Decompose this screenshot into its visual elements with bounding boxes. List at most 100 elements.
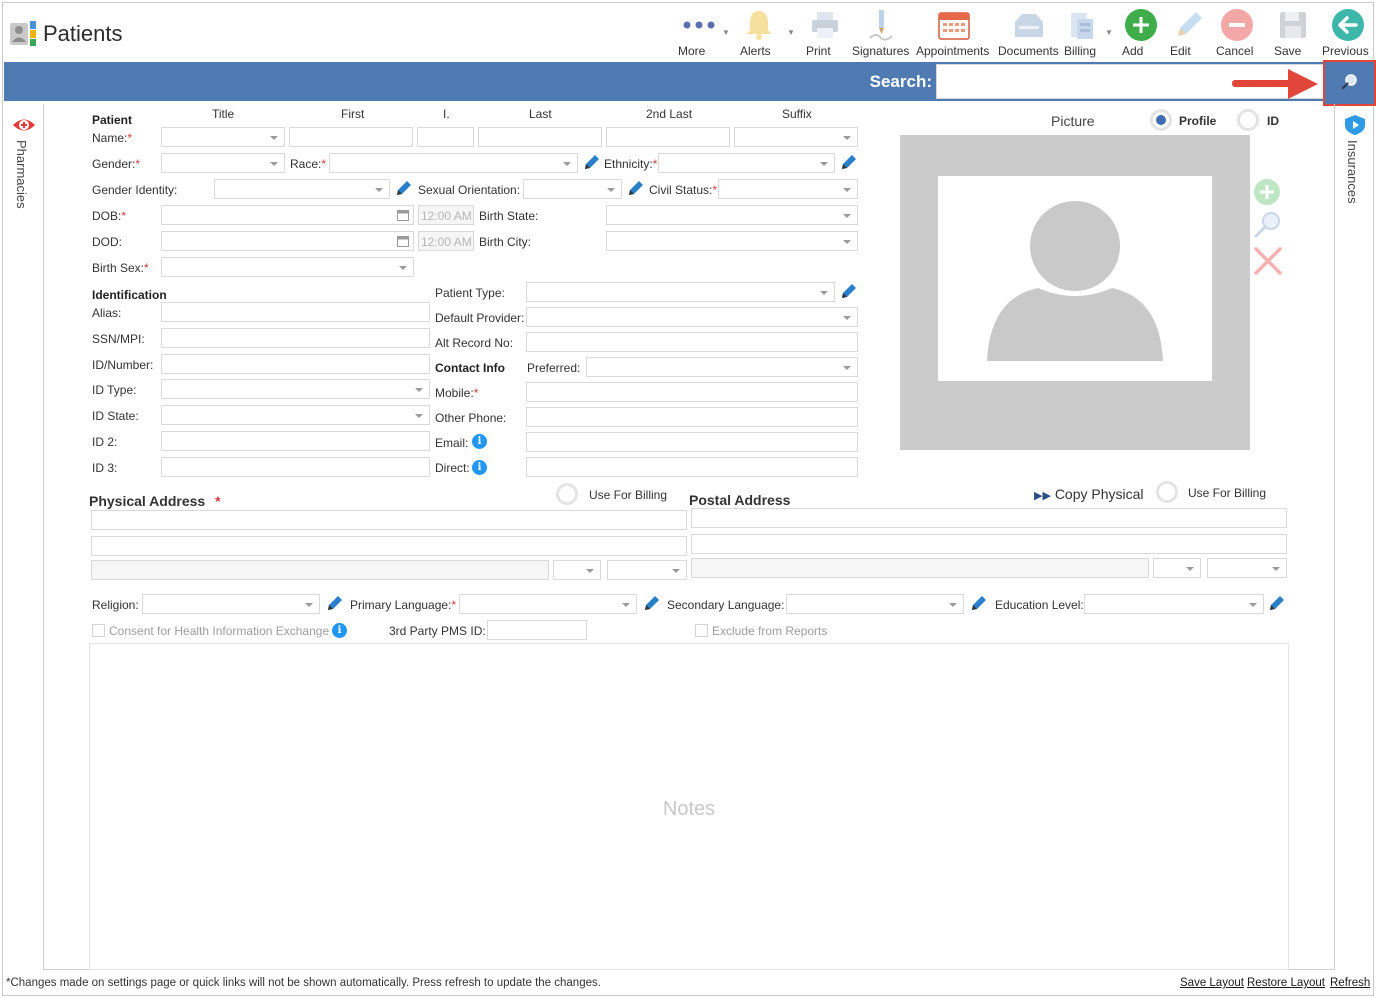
birth-city-select[interactable]: [606, 231, 858, 251]
birth-state-select[interactable]: [606, 205, 858, 225]
restore-layout-link[interactable]: Restore Layout: [1247, 977, 1325, 989]
more-button[interactable]: More: [678, 6, 720, 58]
postal-city-input[interactable]: [691, 558, 1149, 578]
calendar-picker-icon[interactable]: [397, 235, 409, 250]
pencil-icon: [1170, 6, 1208, 44]
postal-address-line1[interactable]: [691, 508, 1287, 528]
save-layout-link[interactable]: Save Layout: [1180, 977, 1244, 989]
gender-select[interactable]: [161, 153, 285, 173]
physical-address-line2[interactable]: [91, 536, 687, 556]
profile-radio[interactable]: [1150, 109, 1172, 131]
last-name-input[interactable]: [478, 127, 602, 147]
third-party-pms-input[interactable]: [487, 620, 587, 640]
ethnicity-select[interactable]: [658, 153, 835, 173]
signatures-button[interactable]: Signatures: [852, 6, 910, 58]
print-button[interactable]: Print: [806, 6, 844, 58]
id-number-input[interactable]: [161, 354, 430, 374]
ethnicity-edit-pencil-icon[interactable]: [840, 153, 858, 171]
consent-checkbox[interactable]: [92, 624, 105, 637]
more-dropdown-icon[interactable]: ▼: [722, 28, 730, 37]
other-phone-input[interactable]: [526, 407, 858, 427]
patient-type-edit-pencil-icon[interactable]: [840, 282, 858, 300]
mobile-input[interactable]: [526, 382, 858, 402]
alt-record-input[interactable]: [526, 332, 858, 352]
copy-physical-button[interactable]: ▶▶ Copy Physical: [1034, 486, 1144, 502]
save-button[interactable]: Save: [1274, 6, 1312, 58]
pharmacies-side-tab[interactable]: Pharmacies: [4, 106, 42, 970]
magnifier-icon: [1341, 73, 1359, 94]
id2-input[interactable]: [161, 431, 430, 451]
id-state-select[interactable]: [161, 405, 430, 425]
id3-input[interactable]: [161, 457, 430, 477]
exclude-reports-checkbox[interactable]: [695, 624, 708, 637]
alt-record-label: Alt Record No:: [435, 336, 514, 350]
physical-address-line1[interactable]: [91, 510, 687, 530]
education-level-edit-pencil-icon[interactable]: [1268, 594, 1286, 612]
alerts-dropdown-icon[interactable]: ▼: [787, 28, 795, 37]
billing-dropdown-icon[interactable]: ▼: [1105, 28, 1113, 37]
first-name-input[interactable]: [289, 127, 413, 147]
billing-button[interactable]: Billing: [1064, 6, 1100, 58]
gender-identity-edit-pencil-icon[interactable]: [395, 179, 413, 197]
id-type-select[interactable]: [161, 379, 430, 399]
physical-city-input[interactable]: [91, 560, 549, 580]
sexual-orientation-select[interactable]: [523, 179, 622, 199]
zoom-picture-icon[interactable]: [1253, 210, 1283, 243]
alerts-button[interactable]: Alerts: [740, 6, 778, 58]
direct-info-icon[interactable]: i: [472, 460, 487, 475]
default-provider-select[interactable]: [526, 307, 858, 327]
alias-input[interactable]: [161, 302, 430, 322]
add-button[interactable]: Add: [1122, 6, 1160, 58]
primary-language-edit-pencil-icon[interactable]: [643, 594, 661, 612]
consent-info-icon[interactable]: i: [332, 623, 347, 638]
preferred-contact-select[interactable]: [586, 357, 858, 377]
religion-edit-pencil-icon[interactable]: [326, 594, 344, 612]
secondary-language-select[interactable]: [786, 594, 964, 614]
civil-status-select[interactable]: [718, 179, 858, 199]
physical-use-for-billing-radio[interactable]: [556, 483, 578, 505]
birth-sex-select[interactable]: [161, 257, 414, 277]
calendar-picker-icon[interactable]: [397, 209, 409, 224]
delete-picture-icon[interactable]: [1253, 246, 1283, 279]
id-radio[interactable]: [1237, 109, 1259, 131]
documents-button[interactable]: Documents: [998, 6, 1060, 58]
postal-zip-select[interactable]: [1207, 558, 1287, 578]
physical-state-select[interactable]: [553, 560, 601, 580]
refresh-link[interactable]: Refresh: [1330, 977, 1370, 989]
gender-identity-select[interactable]: [214, 179, 390, 199]
postal-use-for-billing-radio[interactable]: [1156, 481, 1178, 503]
sexual-orientation-edit-pencil-icon[interactable]: [627, 179, 645, 197]
secondary-language-edit-pencil-icon[interactable]: [970, 594, 988, 612]
initial-column-header: I.: [443, 107, 450, 121]
postal-state-select[interactable]: [1153, 558, 1201, 578]
dod-date-input[interactable]: [161, 231, 414, 251]
title-select[interactable]: [161, 127, 285, 147]
patient-picture[interactable]: [900, 135, 1250, 450]
middle-initial-input[interactable]: [417, 127, 474, 147]
race-select[interactable]: [329, 153, 578, 173]
cancel-button[interactable]: Cancel: [1216, 6, 1258, 58]
patient-type-select[interactable]: [526, 282, 835, 302]
postal-address-line2[interactable]: [691, 534, 1287, 554]
primary-language-select[interactable]: [459, 594, 637, 614]
suffix-select[interactable]: [734, 127, 858, 147]
direct-input[interactable]: [526, 457, 858, 477]
notes-textarea[interactable]: Notes: [89, 643, 1289, 970]
dob-date-input[interactable]: [161, 205, 414, 225]
email-input[interactable]: [526, 432, 858, 452]
email-info-icon[interactable]: i: [472, 434, 487, 449]
race-edit-pencil-icon[interactable]: [583, 153, 601, 171]
patient-type-label: Patient Type:: [435, 286, 505, 300]
identification-section-header: Identification: [92, 288, 167, 302]
search-button[interactable]: [1323, 60, 1376, 106]
second-last-name-input[interactable]: [606, 127, 730, 147]
religion-select[interactable]: [142, 594, 320, 614]
insurances-side-tab[interactable]: Insurances: [1335, 106, 1373, 970]
education-level-select[interactable]: [1084, 594, 1264, 614]
edit-button[interactable]: Edit: [1170, 6, 1208, 58]
physical-zip-select[interactable]: [607, 560, 687, 580]
appointments-button[interactable]: Appointments: [916, 6, 992, 58]
add-picture-icon[interactable]: [1253, 178, 1281, 209]
ssn-input[interactable]: [161, 328, 430, 348]
previous-button[interactable]: Previous: [1322, 6, 1374, 58]
